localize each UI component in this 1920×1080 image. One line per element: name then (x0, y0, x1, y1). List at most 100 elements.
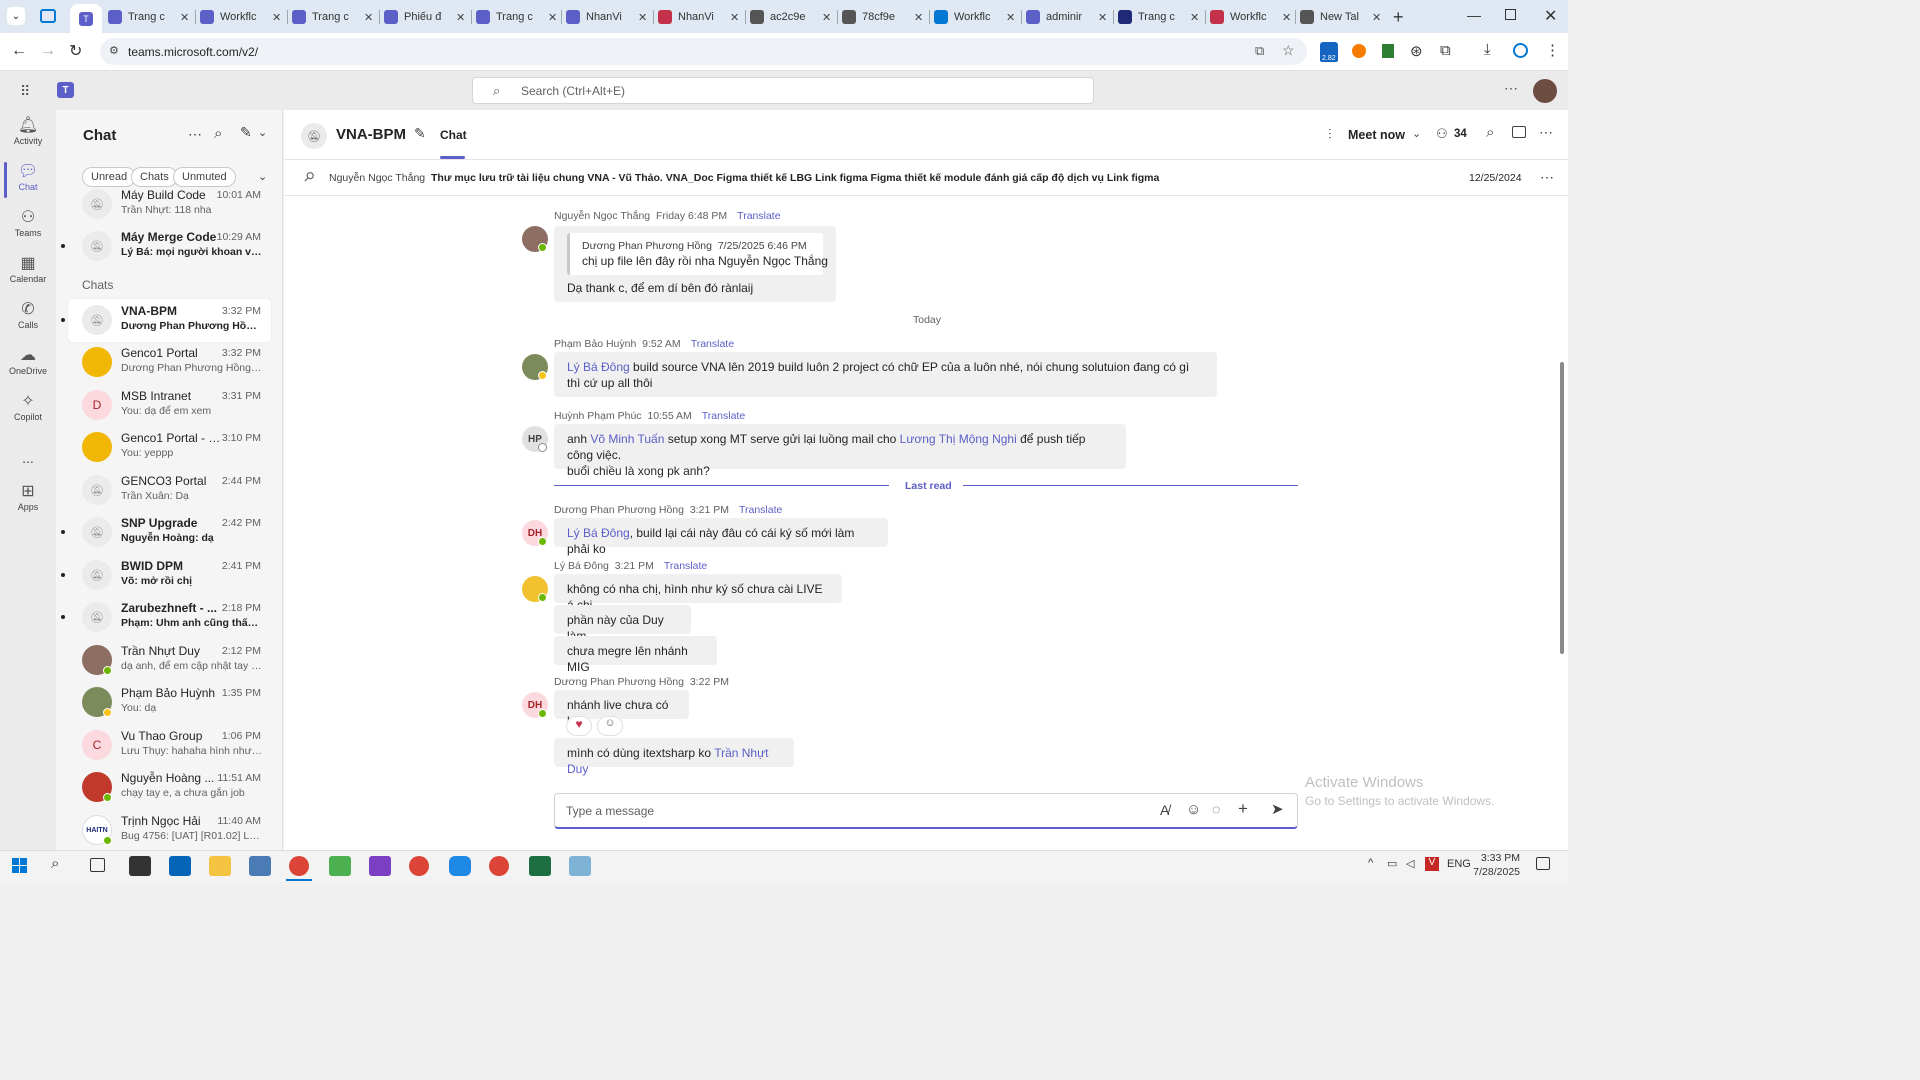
browser-tab[interactable]: Trang c ✕ (1118, 6, 1199, 28)
tab-close-icon[interactable]: ✕ (638, 11, 647, 24)
mention[interactable]: Lý Bá Đông (567, 360, 630, 374)
user-avatar[interactable] (1533, 79, 1557, 103)
chat-list-item[interactable]: Genco1 Portal 3:32 PM Dương Phan Phương Hồ… (68, 341, 271, 384)
install-app-icon[interactable]: ⧉ (1255, 43, 1264, 59)
rail-item-activity[interactable]: 🔔︎ Activity (0, 116, 56, 146)
find-in-chat-icon[interactable]: ⌕ (1486, 124, 1494, 141)
translate-link[interactable]: Translate (664, 560, 707, 572)
browser-tab[interactable]: Trang c ✕ (108, 6, 189, 28)
browser-tab[interactable]: Workflc ✕ (1210, 6, 1291, 28)
extension-circle-icon[interactable]: ⊛ (1410, 42, 1423, 60)
rail-item-onedrive[interactable]: ☁ OneDrive (0, 346, 56, 376)
notification-icon[interactable] (1536, 857, 1550, 870)
taskbar-visual-studio-icon[interactable] (369, 856, 391, 876)
chat-filter-search-icon[interactable]: ⌕ (214, 125, 222, 142)
browser-tab[interactable]: adminir ✕ (1026, 6, 1107, 28)
chat-list-item[interactable]: Nguyễn Hoàng ... 11:51 AM chạy tay e, a ch… (68, 766, 271, 809)
tab-close-icon[interactable]: ✕ (822, 11, 831, 24)
chat-list-item[interactable]: 🔕︎ VNA-BPM 3:32 PM Dương Phan Phương Hồng: … (61, 299, 271, 342)
message-bubble[interactable]: phần này của Duy làm (554, 605, 691, 643)
taskbar-app-icon[interactable] (249, 856, 271, 876)
message-bubble[interactable]: Lý Bá Đông build source VNA lên 2019 bui… (554, 352, 1217, 397)
rail-item-copilot[interactable]: ✧ Copilot (0, 392, 56, 422)
minimize-button[interactable]: — (1467, 7, 1481, 23)
language-indicator[interactable]: ENG (1447, 858, 1471, 870)
downloads-icon[interactable]: ⤓ (1484, 41, 1491, 58)
rail-item-apps[interactable]: ⊞ Apps (0, 482, 56, 512)
chat-list-item[interactable]: 🔕︎ Máy Build Code 10:01 AM Trần Nhựt: 118 n… (68, 183, 271, 226)
search-input[interactable]: ⌕ Search (Ctrl+Alt+E) (472, 77, 1094, 104)
pinned-message-bar[interactable]: ⚲ Nguyễn Ngọc Thắng Thư mục lưu trữ tài … (284, 160, 1568, 196)
add-reaction-icon[interactable]: ☺ (597, 716, 623, 736)
quoted-message[interactable]: Dương Phan Phương Hồng 7/25/2025 6:46 PM… (567, 233, 828, 275)
settings-more-icon[interactable]: ⋯ (1504, 80, 1518, 97)
rail-item-chat[interactable]: 💬︎ Chat (0, 162, 56, 192)
address-bar[interactable]: ⚙ teams.microsoft.com/v2/ ⧉ ☆ (100, 38, 1307, 65)
extension-orange-icon[interactable] (1352, 44, 1366, 58)
browser-tab[interactable]: ac2c9e ✕ (750, 6, 831, 28)
chat-list-item[interactable]: 🔕︎ Zarubezhneft - ... 2:18 PM Phạm: Uhm anh… (61, 596, 271, 639)
taskbar-chrome-icon[interactable] (289, 856, 309, 876)
tab-close-icon[interactable]: ✕ (1282, 11, 1291, 24)
forward-icon[interactable]: → (40, 42, 56, 60)
profile-icon[interactable] (1513, 43, 1528, 58)
chat-list-item[interactable]: D MSB Intranet 3:31 PM You: dạ để em xem (68, 384, 271, 427)
tab-list-icon[interactable]: ⌄ (7, 7, 25, 25)
tab-active-teams[interactable]: T (70, 4, 102, 33)
tab-close-icon[interactable]: ✕ (1372, 11, 1381, 24)
taskbar-messenger-icon[interactable] (449, 856, 471, 876)
rail-item-calendar[interactable]: ▦ Calendar (0, 254, 56, 284)
browser-tab[interactable]: 78cf9e ✕ (842, 6, 923, 28)
message-bubble[interactable]: mình có dùng itextsharp ko Trần Nhựt Duy (554, 738, 794, 776)
rail-item-[interactable]: ... (0, 440, 56, 466)
clock-date[interactable]: 7/28/2025 (1472, 866, 1520, 878)
chat-list-item[interactable]: 🔕︎ GENCO3 Portal 2:44 PM Trần Xuân: Dạ (68, 469, 271, 512)
taskbar-explorer-icon[interactable] (209, 856, 231, 876)
restore-button[interactable] (1505, 9, 1516, 20)
tab-close-icon[interactable]: ✕ (914, 11, 923, 24)
browser-menu-icon[interactable]: ⋮ (1545, 41, 1560, 59)
open-side-panel-icon[interactable] (1512, 126, 1526, 138)
meet-now-chevron-icon[interactable]: ⌄ (1412, 127, 1421, 140)
mention[interactable]: Lý Bá Đông (567, 526, 630, 540)
translate-link[interactable]: Translate (739, 504, 782, 516)
message-bubble[interactable]: nhánh live chưa có hả (554, 690, 689, 728)
meet-now-icon[interactable]: ⫶ (1328, 126, 1332, 143)
send-icon[interactable]: ➤ (1271, 800, 1284, 818)
rail-item-calls[interactable]: ✆ Calls (0, 300, 56, 330)
chat-list-item[interactable]: Trần Nhựt Duy 2:12 PM dạ anh, để em cập nh… (68, 639, 271, 682)
app-launcher-icon[interactable]: ⠿ (20, 83, 30, 100)
browser-tab[interactable]: Workflc ✕ (200, 6, 281, 28)
meet-now-button[interactable]: Meet now (1348, 128, 1405, 142)
taskbar-excel-icon[interactable] (529, 856, 551, 876)
browser-tab[interactable]: NhanVi ✕ (658, 6, 739, 28)
chat-list-item[interactable]: HAITN Trịnh Ngọc Hải 11:40 AM Bug 4756: [UA… (68, 809, 271, 850)
extension-green-icon[interactable] (1382, 44, 1394, 58)
tab-close-icon[interactable]: ✕ (548, 11, 557, 24)
chat-list-item[interactable]: 🔕︎ BWID DPM 2:41 PM Võ: mở rồi chị (61, 554, 271, 597)
heart-reaction-icon[interactable]: ♥ (566, 716, 592, 736)
loop-component-icon[interactable]: ◌ (1212, 801, 1220, 817)
participants-count[interactable]: 34 (1454, 128, 1467, 140)
browser-tab[interactable]: Trang c ✕ (476, 6, 557, 28)
site-info-icon[interactable]: ⚙ (109, 44, 119, 57)
message-bubble[interactable]: không có nha chị, hình như ký số chưa cà… (554, 574, 842, 612)
task-view-icon[interactable] (90, 858, 105, 872)
tab-close-icon[interactable]: ✕ (1006, 11, 1015, 24)
chat-list-item[interactable]: Genco1 Portal - G... 3:10 PM You: yeppp (68, 426, 271, 469)
tab-close-icon[interactable]: ✕ (730, 11, 739, 24)
format-icon[interactable]: A̸ (1160, 802, 1169, 818)
chat-list-item[interactable]: C Vu Thao Group 1:06 PM Lưu Thụy: hahaha hì… (68, 724, 271, 767)
chat-more-options-icon[interactable]: ⋯ (188, 126, 202, 143)
new-chat-chevron-icon[interactable]: ⌄ (258, 126, 267, 139)
compose-box[interactable]: Type a message A̸ ☺ ◌ + ➤ (554, 793, 1298, 829)
emoji-icon[interactable]: ☺ (1186, 801, 1201, 818)
taskbar-search-icon[interactable]: ⌕ (51, 855, 59, 872)
new-tab-button[interactable]: + (1393, 7, 1404, 28)
filters-expand-icon[interactable]: ⌄ (258, 170, 267, 183)
browser-tab[interactable]: Workflc ✕ (934, 6, 1015, 28)
translate-link[interactable]: Translate (691, 338, 734, 350)
tab-close-icon[interactable]: ✕ (272, 11, 281, 24)
browser-tab[interactable]: NhanVi ✕ (566, 6, 647, 28)
tab-close-icon[interactable]: ✕ (1190, 11, 1199, 24)
